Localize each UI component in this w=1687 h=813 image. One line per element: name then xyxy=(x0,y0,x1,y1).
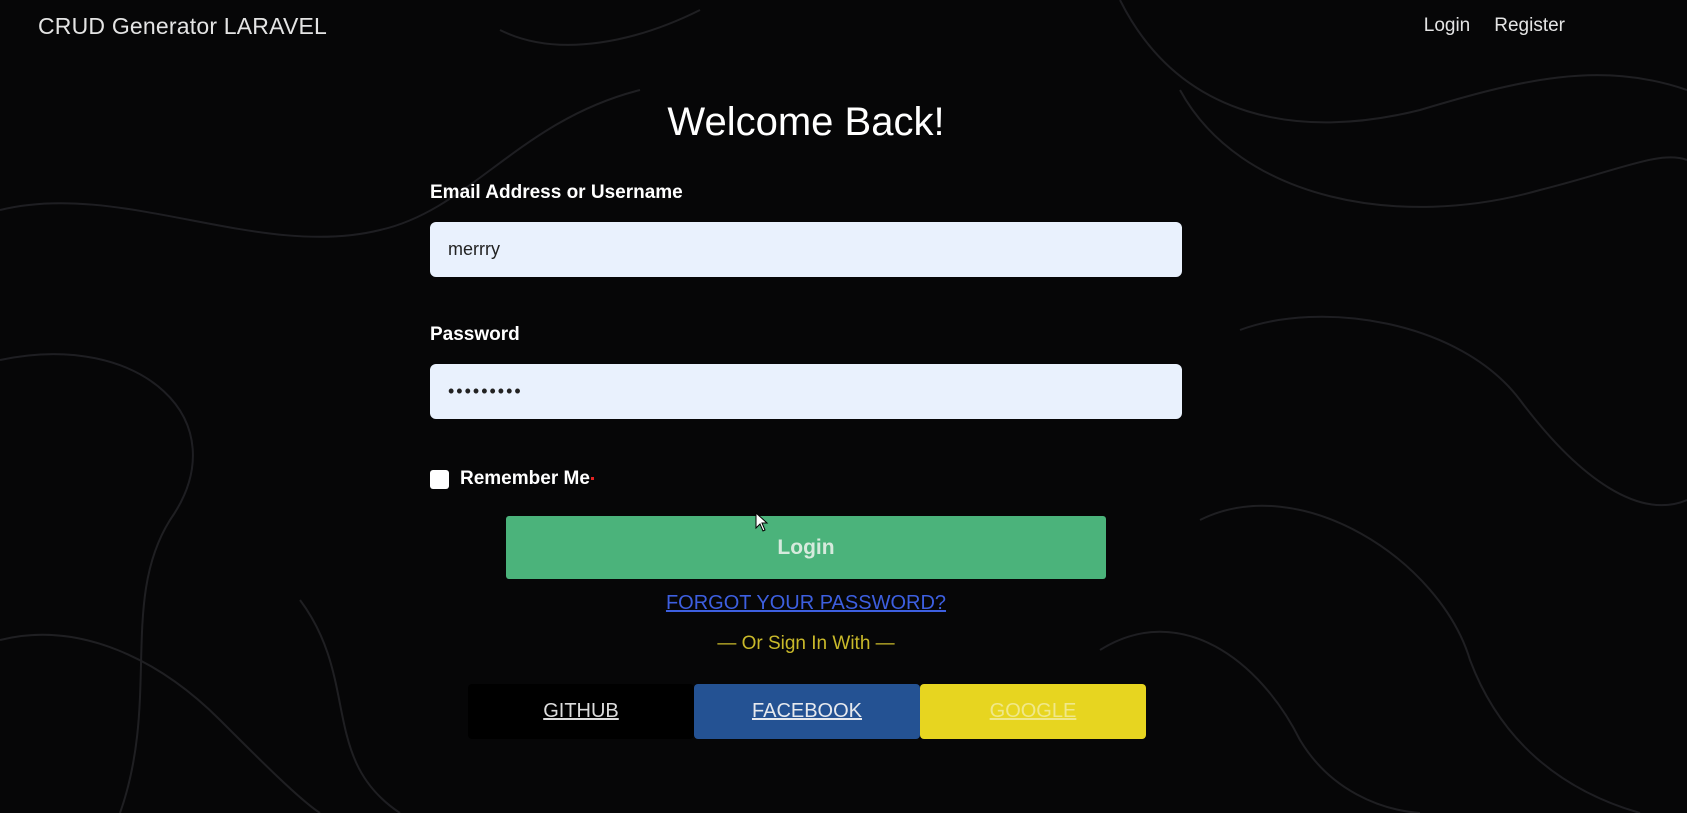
google-button[interactable]: GOOGLE xyxy=(920,684,1146,739)
login-button[interactable]: Login xyxy=(506,516,1106,579)
remember-label: Remember Me xyxy=(460,468,594,490)
facebook-button[interactable]: FACEBOOK xyxy=(694,684,920,739)
remember-checkbox[interactable] xyxy=(430,469,449,489)
nav-register-link[interactable]: Register xyxy=(1494,15,1565,37)
password-label: Password xyxy=(430,324,520,345)
navbar: CRUD Generator LARAVEL Login Register xyxy=(0,0,1687,54)
or-sign-in-divider: — Or Sign In With — xyxy=(717,633,895,654)
nav-login-link[interactable]: Login xyxy=(1424,15,1471,37)
brand-title[interactable]: CRUD Generator LARAVEL xyxy=(38,13,327,40)
mouse-cursor-icon xyxy=(755,512,769,532)
password-field[interactable] xyxy=(430,364,1182,419)
login-form: Welcome Back! Email Address or Username … xyxy=(430,96,1182,739)
nav-links: Login Register xyxy=(1424,15,1565,37)
social-login: GITHUB FACEBOOK GOOGLE xyxy=(468,684,1146,739)
email-label: Email Address or Username xyxy=(430,182,683,203)
github-button[interactable]: GITHUB xyxy=(468,684,694,739)
forgot-password-link[interactable]: FORGOT YOUR PASSWORD? xyxy=(430,592,1182,615)
remember-me: Remember Me xyxy=(430,468,594,490)
email-field[interactable] xyxy=(430,222,1182,277)
page-title: Welcome Back! xyxy=(667,100,945,144)
